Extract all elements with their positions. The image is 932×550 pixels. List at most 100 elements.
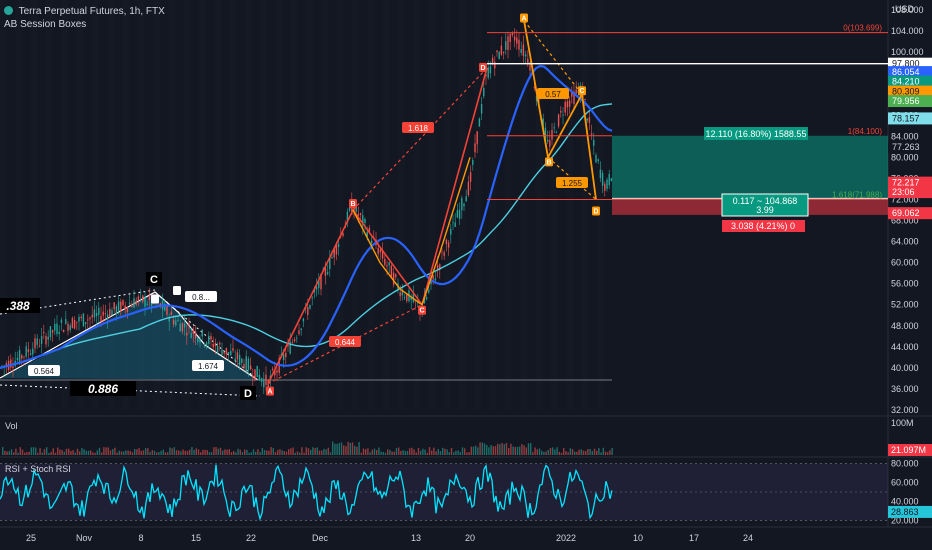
- volume-bar: [560, 452, 563, 455]
- price-tag-text: 84.210: [892, 77, 920, 87]
- session-box: [428, 0, 435, 410]
- volume-bar: [299, 452, 301, 455]
- candle: [454, 222, 456, 227]
- volume-bar: [257, 449, 259, 455]
- candle: [106, 314, 109, 320]
- candle: [208, 335, 210, 344]
- volume-bar: [459, 452, 461, 455]
- volume-bar: [246, 449, 248, 455]
- session-box: [383, 0, 390, 410]
- volume-bar: [477, 447, 479, 455]
- candle: [586, 118, 588, 121]
- volume-bar: [338, 443, 340, 455]
- session-box: [536, 0, 543, 410]
- candle: [232, 348, 234, 351]
- volume-bar: [83, 449, 85, 455]
- candle: [197, 338, 199, 342]
- candle: [203, 343, 206, 345]
- price-tag-text: 23:06: [892, 187, 915, 197]
- volume-bar: [420, 450, 422, 455]
- price-tick: 60.000: [891, 258, 919, 268]
- volume-bar: [310, 450, 312, 455]
- volume-bar: [323, 448, 325, 455]
- volume-bar: [426, 452, 428, 455]
- volume-bar: [389, 450, 391, 455]
- volume-bar: [483, 443, 486, 455]
- volume-bar: [314, 448, 316, 455]
- candle: [10, 359, 12, 368]
- candle: [500, 45, 503, 55]
- point-b-white-text: B: [152, 296, 157, 303]
- volume-bar: [21, 449, 24, 455]
- volume-bar: [400, 450, 402, 455]
- candle: [566, 101, 569, 108]
- price-tick: 104.000: [891, 26, 924, 36]
- volume-bar: [510, 443, 512, 455]
- volume-bar: [549, 447, 552, 455]
- volume-bar: [556, 447, 558, 455]
- volume-bar: [200, 452, 202, 455]
- candle: [575, 89, 577, 94]
- candle: [595, 155, 597, 163]
- candle: [186, 332, 188, 336]
- volume-bar: [391, 451, 393, 455]
- candle: [256, 365, 258, 378]
- candle: [199, 339, 201, 343]
- volume-bar: [433, 447, 435, 455]
- volume-bar: [43, 449, 46, 455]
- candle: [230, 350, 232, 356]
- candle: [593, 139, 595, 146]
- price-tag-text: 69.062: [892, 208, 920, 218]
- rsi-tick: 80.000: [891, 459, 919, 469]
- candle: [555, 132, 558, 134]
- volume-bar: [213, 447, 215, 455]
- volume-bar: [162, 449, 164, 455]
- indicator-title[interactable]: AB Session Boxes: [4, 19, 86, 30]
- candle: [474, 143, 476, 153]
- volume-bar: [61, 450, 63, 455]
- point-d-red-text: D: [480, 65, 485, 72]
- volume-bar: [411, 447, 413, 455]
- volume-bar: [131, 452, 134, 455]
- candle: [472, 160, 474, 165]
- volume-bar: [180, 451, 182, 455]
- volume-bar: [235, 452, 237, 455]
- time-label: 8: [138, 533, 143, 543]
- volume-bar: [503, 444, 505, 455]
- candle: [87, 319, 89, 321]
- ratio-057-text: 0.57: [545, 90, 561, 99]
- volume-bar: [50, 451, 52, 455]
- volume-bar: [413, 449, 415, 455]
- volume-bar: [600, 452, 602, 455]
- session-box: [597, 0, 604, 410]
- session-box: [46, 0, 53, 410]
- volume-bar: [569, 448, 571, 455]
- coin-icon: [4, 6, 13, 15]
- volume-bar: [457, 450, 459, 455]
- candle: [260, 378, 263, 382]
- candle: [117, 301, 120, 311]
- candle: [522, 44, 525, 56]
- volume-bar: [578, 449, 580, 455]
- trading-chart[interactable]: 0(103.699) 1(84.100) 1.618(71.988) 12.110 (…: [0, 0, 932, 550]
- candle: [80, 316, 82, 319]
- volume-pane-label: Vol: [5, 421, 18, 431]
- session-box: [413, 0, 420, 410]
- rsi-tick: 40.000: [891, 496, 919, 506]
- candle: [34, 338, 36, 349]
- volume-bar: [565, 451, 567, 455]
- volume-bar: [101, 452, 103, 455]
- candle: [170, 311, 173, 315]
- volume-bar: [490, 444, 492, 455]
- volume-bar: [90, 450, 92, 455]
- volume-bar: [239, 449, 241, 455]
- volume-bar: [428, 447, 431, 455]
- time-label: Dec: [312, 533, 329, 543]
- stop-label: 3.038 (4.21%) 0: [731, 221, 795, 231]
- volume-bar: [417, 447, 420, 455]
- volume-bar: [94, 452, 96, 455]
- volume-bar: [158, 452, 160, 455]
- volume-bar: [453, 452, 455, 455]
- candle: [469, 172, 472, 182]
- candle: [291, 342, 294, 344]
